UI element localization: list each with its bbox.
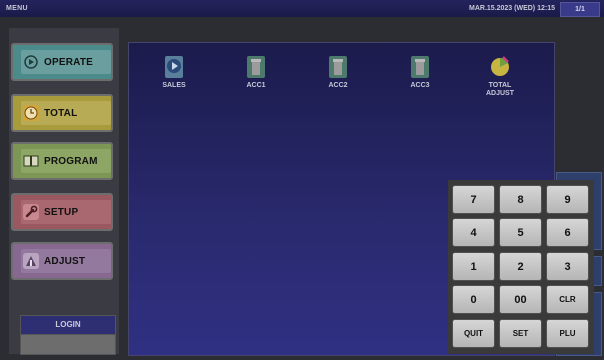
acc1-label: ACC1 xyxy=(246,82,266,89)
pie-chart-icon xyxy=(489,53,511,79)
key-5[interactable]: 5 xyxy=(499,218,542,247)
key-4[interactable]: 4 xyxy=(452,218,495,247)
key-3[interactable]: 3 xyxy=(546,252,589,281)
setup-button[interactable]: SETUP xyxy=(11,193,113,231)
app-acc2[interactable]: ACC2 xyxy=(313,53,363,90)
key-8[interactable]: 8 xyxy=(499,185,542,214)
screen-title: MENU xyxy=(6,5,28,12)
date-time: MAR.15.2023 (WED) 12:15 xyxy=(469,5,555,12)
key-0[interactable]: 0 xyxy=(452,285,495,314)
acc2-label: ACC2 xyxy=(328,82,348,89)
total-adjust-label-line1: TOTAL xyxy=(488,82,512,89)
adjust-button[interactable]: ADJUST xyxy=(11,242,113,280)
setup-button-face: SETUP xyxy=(21,200,111,224)
operate-button-face: OPERATE xyxy=(21,50,111,74)
sales-icon xyxy=(163,53,185,79)
clock-icon xyxy=(23,105,39,121)
operate-label: OPERATE xyxy=(44,56,93,68)
clear-button[interactable]: CLR xyxy=(546,285,589,314)
total-label: TOTAL xyxy=(44,107,78,119)
total-button-face: TOTAL xyxy=(21,101,111,125)
login-label: LOGIN xyxy=(20,315,116,335)
key-1[interactable]: 1 xyxy=(452,252,495,281)
app-acc3[interactable]: ACC3 xyxy=(395,53,445,90)
plu-button[interactable]: PLU xyxy=(546,319,589,348)
adjust-label: ADJUST xyxy=(44,255,86,267)
page-indicator: 1/1 xyxy=(560,2,600,17)
program-button[interactable]: PROGRAM xyxy=(11,142,113,180)
key-2[interactable]: 2 xyxy=(499,252,542,281)
top-bar: MENU MAR.15.2023 (WED) 12:15 1/1 xyxy=(0,0,604,17)
setup-label: SETUP xyxy=(44,206,79,218)
program-button-face: PROGRAM xyxy=(21,149,111,173)
trash-can-icon xyxy=(245,53,267,79)
key-9[interactable]: 9 xyxy=(546,185,589,214)
set-button[interactable]: SET xyxy=(499,319,542,348)
operate-button[interactable]: OPERATE xyxy=(11,43,113,81)
quit-button[interactable]: QUIT xyxy=(452,319,495,348)
login-box[interactable]: LOGIN xyxy=(20,315,116,355)
key-00[interactable]: 00 xyxy=(499,285,542,314)
app-acc1[interactable]: ACC1 xyxy=(231,53,281,90)
wrench-icon xyxy=(23,204,39,220)
book-icon xyxy=(23,153,39,169)
app-sales[interactable]: SALES xyxy=(149,53,199,90)
key-6[interactable]: 6 xyxy=(546,218,589,247)
total-button[interactable]: TOTAL xyxy=(11,94,113,132)
trash-can-icon xyxy=(409,53,431,79)
numeric-keypad: 7 8 9 4 5 6 1 2 3 0 00 CLR QUIT SET PLU xyxy=(448,180,594,354)
sales-label: SALES xyxy=(162,82,186,89)
adjust-icon xyxy=(23,253,39,269)
trash-can-icon xyxy=(327,53,349,79)
app-total-adjust[interactable]: TOTAL ADJUST xyxy=(475,53,525,98)
adjust-button-face: ADJUST xyxy=(21,249,111,273)
play-icon xyxy=(23,54,39,70)
acc3-label: ACC3 xyxy=(410,82,430,89)
login-user-field xyxy=(20,335,116,355)
total-adjust-label-line2: ADJUST xyxy=(485,90,514,97)
program-label: PROGRAM xyxy=(44,155,98,167)
key-7[interactable]: 7 xyxy=(452,185,495,214)
